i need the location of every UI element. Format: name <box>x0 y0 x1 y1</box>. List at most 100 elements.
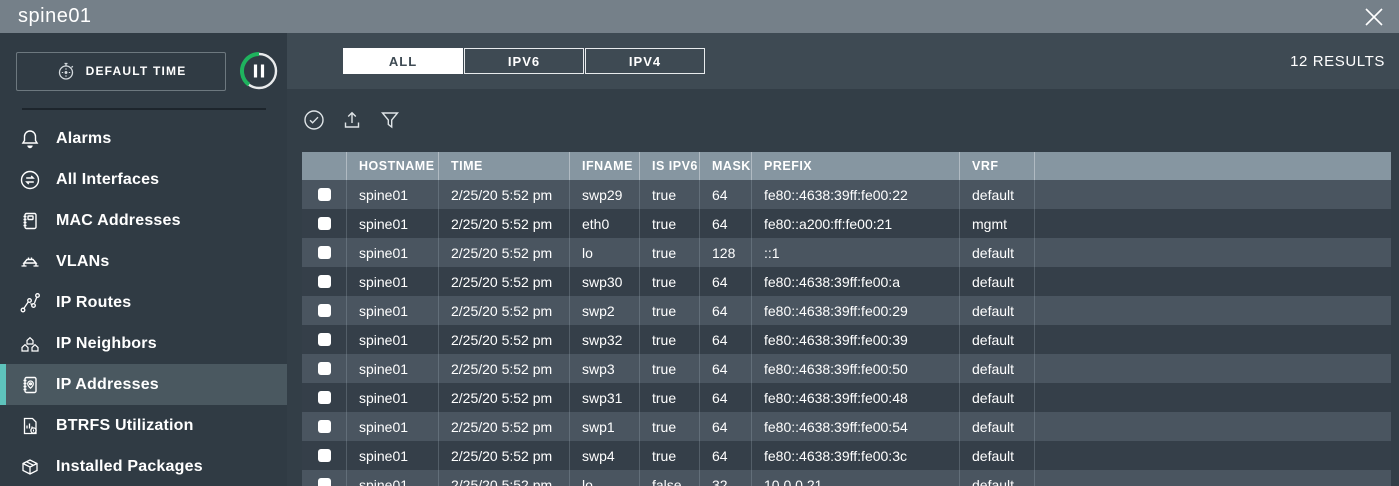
row-checkbox-cell <box>302 412 346 441</box>
header-is-ipv6[interactable]: IS IPV6 <box>639 152 699 180</box>
header-time[interactable]: TIME <box>438 152 569 180</box>
tab-ipv4[interactable]: IPV4 <box>585 48 705 74</box>
sidebar: DEFAULT TIME Alarms <box>0 33 287 486</box>
table-row[interactable]: spine01 2/25/20 5:52 pm eth0 true 64 fe8… <box>302 209 1391 238</box>
cell-spacer <box>1034 180 1391 209</box>
cell-prefix: fe80::4638:39ff:fe00:3c <box>751 441 959 470</box>
row-checkbox-cell <box>302 354 346 383</box>
table-row[interactable]: spine01 2/25/20 5:52 pm swp1 true 64 fe8… <box>302 412 1391 441</box>
table-row[interactable]: spine01 2/25/20 5:52 pm lo false 32 10.0… <box>302 470 1391 486</box>
select-all-check-circle-icon[interactable] <box>303 109 325 131</box>
sidebar-item-mac-addresses[interactable]: MAC Addresses <box>0 200 287 241</box>
row-checkbox-cell <box>302 383 346 412</box>
neighbors-houses-icon <box>18 332 42 356</box>
route-icon <box>18 291 42 315</box>
ip-addresses-table: HOSTNAME TIME IFNAME IS IPV6 MASK PREFIX… <box>302 152 1391 486</box>
table-row[interactable]: spine01 2/25/20 5:52 pm lo true 128 ::1 … <box>302 238 1391 267</box>
row-checkbox[interactable] <box>318 275 331 288</box>
row-checkbox[interactable] <box>318 217 331 230</box>
cell-mask: 64 <box>699 180 751 209</box>
header-vrf[interactable]: VRF <box>959 152 1034 180</box>
header-ifname[interactable]: IFNAME <box>569 152 639 180</box>
cell-mask: 128 <box>699 238 751 267</box>
row-checkbox-cell <box>302 267 346 296</box>
default-time-button[interactable]: DEFAULT TIME <box>16 52 226 91</box>
cell-mask: 64 <box>699 441 751 470</box>
cell-hostname: spine01 <box>346 238 438 267</box>
row-checkbox[interactable] <box>318 478 331 486</box>
cell-prefix: fe80::a200:ff:fe00:21 <box>751 209 959 238</box>
cell-time: 2/25/20 5:52 pm <box>438 180 569 209</box>
cell-vrf: default <box>959 267 1034 296</box>
cell-mask: 64 <box>699 354 751 383</box>
cell-time: 2/25/20 5:52 pm <box>438 238 569 267</box>
cell-ifname: swp32 <box>569 325 639 354</box>
row-checkbox[interactable] <box>318 188 331 201</box>
cell-ifname: swp30 <box>569 267 639 296</box>
table-row[interactable]: spine01 2/25/20 5:52 pm swp32 true 64 fe… <box>302 325 1391 354</box>
cell-prefix: 10.0.0.21 <box>751 470 959 486</box>
sidebar-divider <box>22 108 266 110</box>
table-row[interactable]: spine01 2/25/20 5:52 pm swp29 true 64 fe… <box>302 180 1391 209</box>
sidebar-item-alarms[interactable]: Alarms <box>0 118 287 159</box>
table-row[interactable]: spine01 2/25/20 5:52 pm swp2 true 64 fe8… <box>302 296 1391 325</box>
cell-is-ipv6: true <box>639 296 699 325</box>
cell-is-ipv6: true <box>639 412 699 441</box>
cell-mask: 64 <box>699 412 751 441</box>
cell-hostname: spine01 <box>346 209 438 238</box>
cell-spacer <box>1034 354 1391 383</box>
cell-spacer <box>1034 441 1391 470</box>
table-body: spine01 2/25/20 5:52 pm swp29 true 64 fe… <box>302 180 1391 486</box>
row-checkbox-cell <box>302 296 346 325</box>
cell-hostname: spine01 <box>346 180 438 209</box>
cell-vrf: default <box>959 470 1034 486</box>
cell-spacer <box>1034 209 1391 238</box>
header-prefix[interactable]: PREFIX <box>751 152 959 180</box>
row-checkbox[interactable] <box>318 449 331 462</box>
progress-arc <box>239 51 279 91</box>
cell-prefix: fe80::4638:39ff:fe00:39 <box>751 325 959 354</box>
row-checkbox[interactable] <box>318 246 331 259</box>
tab-ipv6[interactable]: IPV6 <box>464 48 584 74</box>
sidebar-item-btrfs-utilization[interactable]: BTRFS Utilization <box>0 405 287 446</box>
row-checkbox[interactable] <box>318 420 331 433</box>
sidebar-item-label: All Interfaces <box>56 171 159 189</box>
table-row[interactable]: spine01 2/25/20 5:52 pm swp31 true 64 fe… <box>302 383 1391 412</box>
sidebar-item-ip-addresses[interactable]: IP Addresses <box>0 364 287 405</box>
cell-mask: 64 <box>699 383 751 412</box>
cell-ifname: eth0 <box>569 209 639 238</box>
cell-time: 2/25/20 5:52 pm <box>438 267 569 296</box>
cell-mask: 64 <box>699 209 751 238</box>
cell-vrf: default <box>959 441 1034 470</box>
sidebar-item-ip-neighbors[interactable]: IP Neighbors <box>0 323 287 364</box>
ip-address-book-icon <box>18 373 42 397</box>
row-checkbox[interactable] <box>318 304 331 317</box>
close-icon[interactable] <box>1361 4 1387 30</box>
header-mask[interactable]: MASK <box>699 152 751 180</box>
table-row[interactable]: spine01 2/25/20 5:52 pm swp3 true 64 fe8… <box>302 354 1391 383</box>
sidebar-item-installed-packages[interactable]: Installed Packages <box>0 446 287 486</box>
stopwatch-icon <box>56 61 76 81</box>
row-checkbox[interactable] <box>318 333 331 346</box>
export-upload-icon[interactable] <box>341 109 363 131</box>
table-row[interactable]: spine01 2/25/20 5:52 pm swp4 true 64 fe8… <box>302 441 1391 470</box>
cell-is-ipv6: true <box>639 354 699 383</box>
pause-progress-button[interactable] <box>239 51 279 91</box>
tab-all[interactable]: ALL <box>343 48 463 74</box>
tab-band: ALL IPV6 IPV4 12 RESULTS <box>287 33 1399 89</box>
sidebar-item-label: VLANs <box>56 253 109 271</box>
row-checkbox[interactable] <box>318 362 331 375</box>
table-row[interactable]: spine01 2/25/20 5:52 pm swp30 true 64 fe… <box>302 267 1391 296</box>
row-checkbox[interactable] <box>318 391 331 404</box>
cell-hostname: spine01 <box>346 441 438 470</box>
cell-vrf: default <box>959 296 1034 325</box>
vlan-switch-icon <box>18 250 42 274</box>
cell-vrf: mgmt <box>959 209 1034 238</box>
cell-spacer <box>1034 238 1391 267</box>
sidebar-item-ip-routes[interactable]: IP Routes <box>0 282 287 323</box>
sidebar-item-all-interfaces[interactable]: All Interfaces <box>0 159 287 200</box>
header-hostname[interactable]: HOSTNAME <box>346 152 438 180</box>
filter-funnel-icon[interactable] <box>379 109 401 131</box>
sidebar-menu: Alarms All Interfaces <box>0 118 287 486</box>
sidebar-item-vlans[interactable]: VLANs <box>0 241 287 282</box>
